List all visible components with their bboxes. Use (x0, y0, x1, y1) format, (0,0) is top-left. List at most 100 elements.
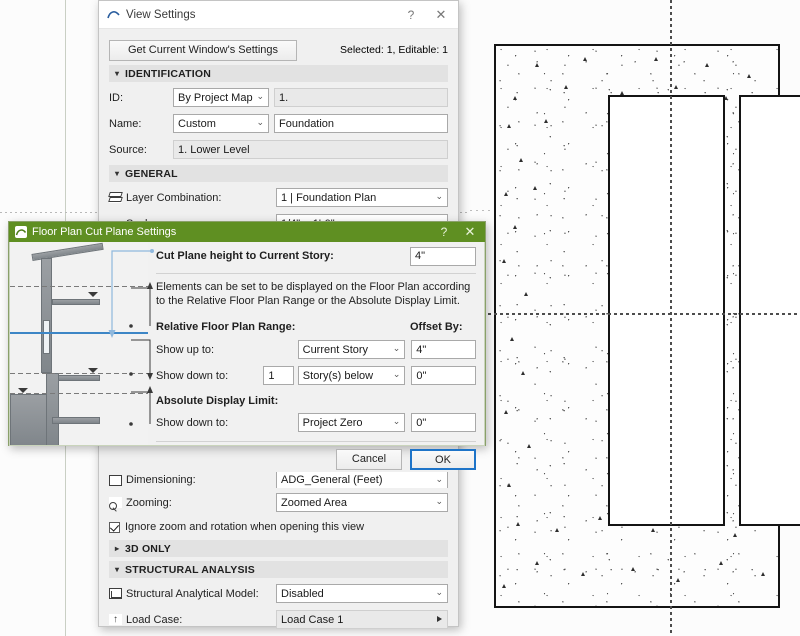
chevron-down-icon: ⌄ (435, 473, 443, 484)
cut-plane-controls: Cut Plane height to Current Story: 4" El… (156, 242, 476, 470)
id-mode-dropdown[interactable]: By Project Map ⌄ (173, 88, 269, 107)
foundation-floor-plan (470, 0, 800, 636)
id-mode-value: By Project Map (178, 91, 253, 104)
cut-plane-height-label: Cut Plane height to Current Story: (156, 250, 334, 262)
close-icon[interactable]: ✕ (426, 2, 456, 28)
cut-plane-divider (156, 273, 476, 274)
section-header-general[interactable]: GENERAL (109, 165, 448, 182)
chevron-down-icon: ⌄ (435, 587, 443, 597)
id-label: ID: (109, 91, 124, 104)
section-label-general: GENERAL (125, 167, 178, 180)
absolute-show-down-to-dropdown[interactable]: Project Zero ⌄ (297, 413, 406, 432)
show-down-to-dropdown[interactable]: Story(s) below ⌄ (297, 366, 406, 385)
structural-analytical-model-label: Structural Analytical Model: (126, 587, 259, 600)
load-case-icon: ↑ (109, 614, 122, 625)
absolute-show-down-to-value: Project Zero (302, 416, 363, 429)
name-label: Name: (109, 117, 142, 130)
name-mode-dropdown[interactable]: Custom ⌄ (173, 114, 269, 133)
dimensioning-dropdown[interactable]: ADG_General (Feet) ⌄ (276, 472, 448, 488)
structural-analytical-model-dropdown[interactable]: Disabled ⌄ (276, 584, 448, 603)
chevron-down-icon: ⌄ (392, 343, 401, 353)
cut-plane-cancel-button[interactable]: Cancel (336, 448, 402, 470)
absolute-show-down-to-offset-value: 0" (416, 416, 427, 429)
layer-combination-dropdown[interactable]: 1 | Foundation Plan ⌄ (276, 188, 448, 207)
show-up-to-offset-value: 4" (416, 343, 427, 356)
cut-plane-footer-divider (156, 441, 476, 442)
show-up-to-value: Current Story (302, 343, 369, 356)
layer-combination-value: 1 | Foundation Plan (281, 191, 377, 204)
chevron-down-icon: ⌄ (435, 191, 443, 201)
chevron-down-icon: ⌄ (392, 416, 401, 426)
chevron-down-icon: ⌄ (256, 117, 264, 127)
show-up-to-offset-input[interactable]: 4" (411, 340, 476, 359)
screen-root: View Settings ? ✕ Get Current Window's S… (0, 0, 800, 636)
layers-icon (109, 192, 122, 203)
plan-gridline-vertical (670, 0, 672, 636)
chevron-right-icon (437, 616, 442, 622)
show-down-to-count-input[interactable]: 1 (263, 366, 294, 385)
help-icon[interactable]: ? (396, 2, 426, 28)
section-header-identification[interactable]: IDENTIFICATION (109, 65, 448, 82)
view-settings-titlebar[interactable]: View Settings ? ✕ (99, 1, 458, 29)
chevron-down-icon: ⌄ (256, 91, 264, 101)
cut-plane-body: Cut Plane height to Current Story: 4" El… (9, 242, 485, 470)
absolute-show-down-to-offset-input[interactable]: 0" (411, 413, 476, 432)
section-label-structural-analysis: STRUCTURAL ANALYSIS (125, 563, 256, 576)
absolute-show-down-to-label: Show down to: (156, 416, 229, 429)
zooming-dropdown[interactable]: Zoomed Area ⌄ (276, 493, 448, 512)
name-value: Foundation (279, 117, 335, 130)
show-down-to-label: Show down to: (156, 369, 229, 382)
zooming-label: Zooming: (126, 496, 172, 509)
foundation-opening-center (739, 95, 800, 526)
selection-status: Selected: 1, Editable: 1 (340, 44, 448, 56)
archicad-logo-icon (107, 11, 120, 19)
id-value: 1. (279, 91, 289, 104)
get-current-window-settings-button[interactable]: Get Current Window's Settings (109, 39, 297, 61)
cut-plane-titlebar[interactable]: Floor Plan Cut Plane Settings ? ✕ (9, 222, 485, 242)
archicad-logo-icon (15, 226, 27, 238)
section-header-structural-analysis[interactable]: STRUCTURAL ANALYSIS (109, 561, 448, 578)
cut-plane-note: Elements can be set to be displayed on t… (156, 281, 471, 307)
structural-analytical-model-value: Disabled (281, 587, 324, 600)
name-input[interactable]: Foundation (274, 114, 448, 133)
name-mode-value: Custom (178, 117, 216, 130)
chevron-down-icon: ⌄ (392, 369, 401, 379)
source-value: 1. Lower Level (178, 143, 250, 156)
analytical-model-icon (109, 588, 122, 599)
ignore-zoom-label: Ignore zoom and rotation when opening th… (125, 521, 365, 533)
ignore-zoom-checkbox[interactable] (109, 521, 120, 533)
chevron-down-icon (115, 169, 125, 178)
source-label: Source: (109, 143, 147, 156)
foundation-opening-left (608, 95, 725, 526)
show-down-to-offset-value: 0" (416, 369, 427, 382)
cut-plane-ok-button[interactable]: OK (410, 448, 476, 470)
load-case-value: Load Case 1 (281, 613, 344, 626)
chevron-down-icon (115, 69, 125, 78)
cut-plane-height-input[interactable]: 4" (410, 246, 476, 266)
chevron-down-icon: ⌄ (435, 496, 443, 506)
show-down-to-offset-input[interactable]: 0" (411, 366, 476, 385)
offset-by-label: Offset By: (410, 320, 463, 333)
range-leader-lines (129, 282, 153, 426)
chevron-down-icon (115, 565, 125, 574)
absolute-limit-label: Absolute Display Limit: (156, 394, 279, 407)
relative-range-label: Relative Floor Plan Range: (156, 320, 296, 333)
section-header-3d-only[interactable]: 3D ONLY (109, 540, 448, 557)
id-value-field: 1. (274, 88, 448, 107)
dimensioning-label: Dimensioning: (126, 474, 196, 486)
show-down-to-value: Story(s) below (302, 369, 374, 382)
plan-gridline-horizontal (470, 313, 800, 315)
dimensioning-icon (109, 474, 122, 486)
cut-plane-title: Floor Plan Cut Plane Settings (32, 226, 177, 238)
close-icon[interactable]: ✕ (457, 222, 483, 242)
source-field: 1. Lower Level (173, 140, 448, 159)
cut-plane-settings-dialog: Floor Plan Cut Plane Settings ? ✕ Cut Pl… (8, 221, 486, 470)
help-icon[interactable]: ? (431, 222, 457, 242)
show-up-to-label: Show up to: (156, 343, 215, 356)
chevron-right-icon (115, 544, 125, 553)
show-down-to-count-value: 1 (268, 369, 275, 382)
zooming-value: Zoomed Area (281, 496, 348, 509)
load-case-popup[interactable]: Load Case 1 (276, 610, 448, 629)
show-up-to-dropdown[interactable]: Current Story ⌄ (297, 340, 406, 359)
load-case-label: Load Case: (126, 613, 183, 626)
